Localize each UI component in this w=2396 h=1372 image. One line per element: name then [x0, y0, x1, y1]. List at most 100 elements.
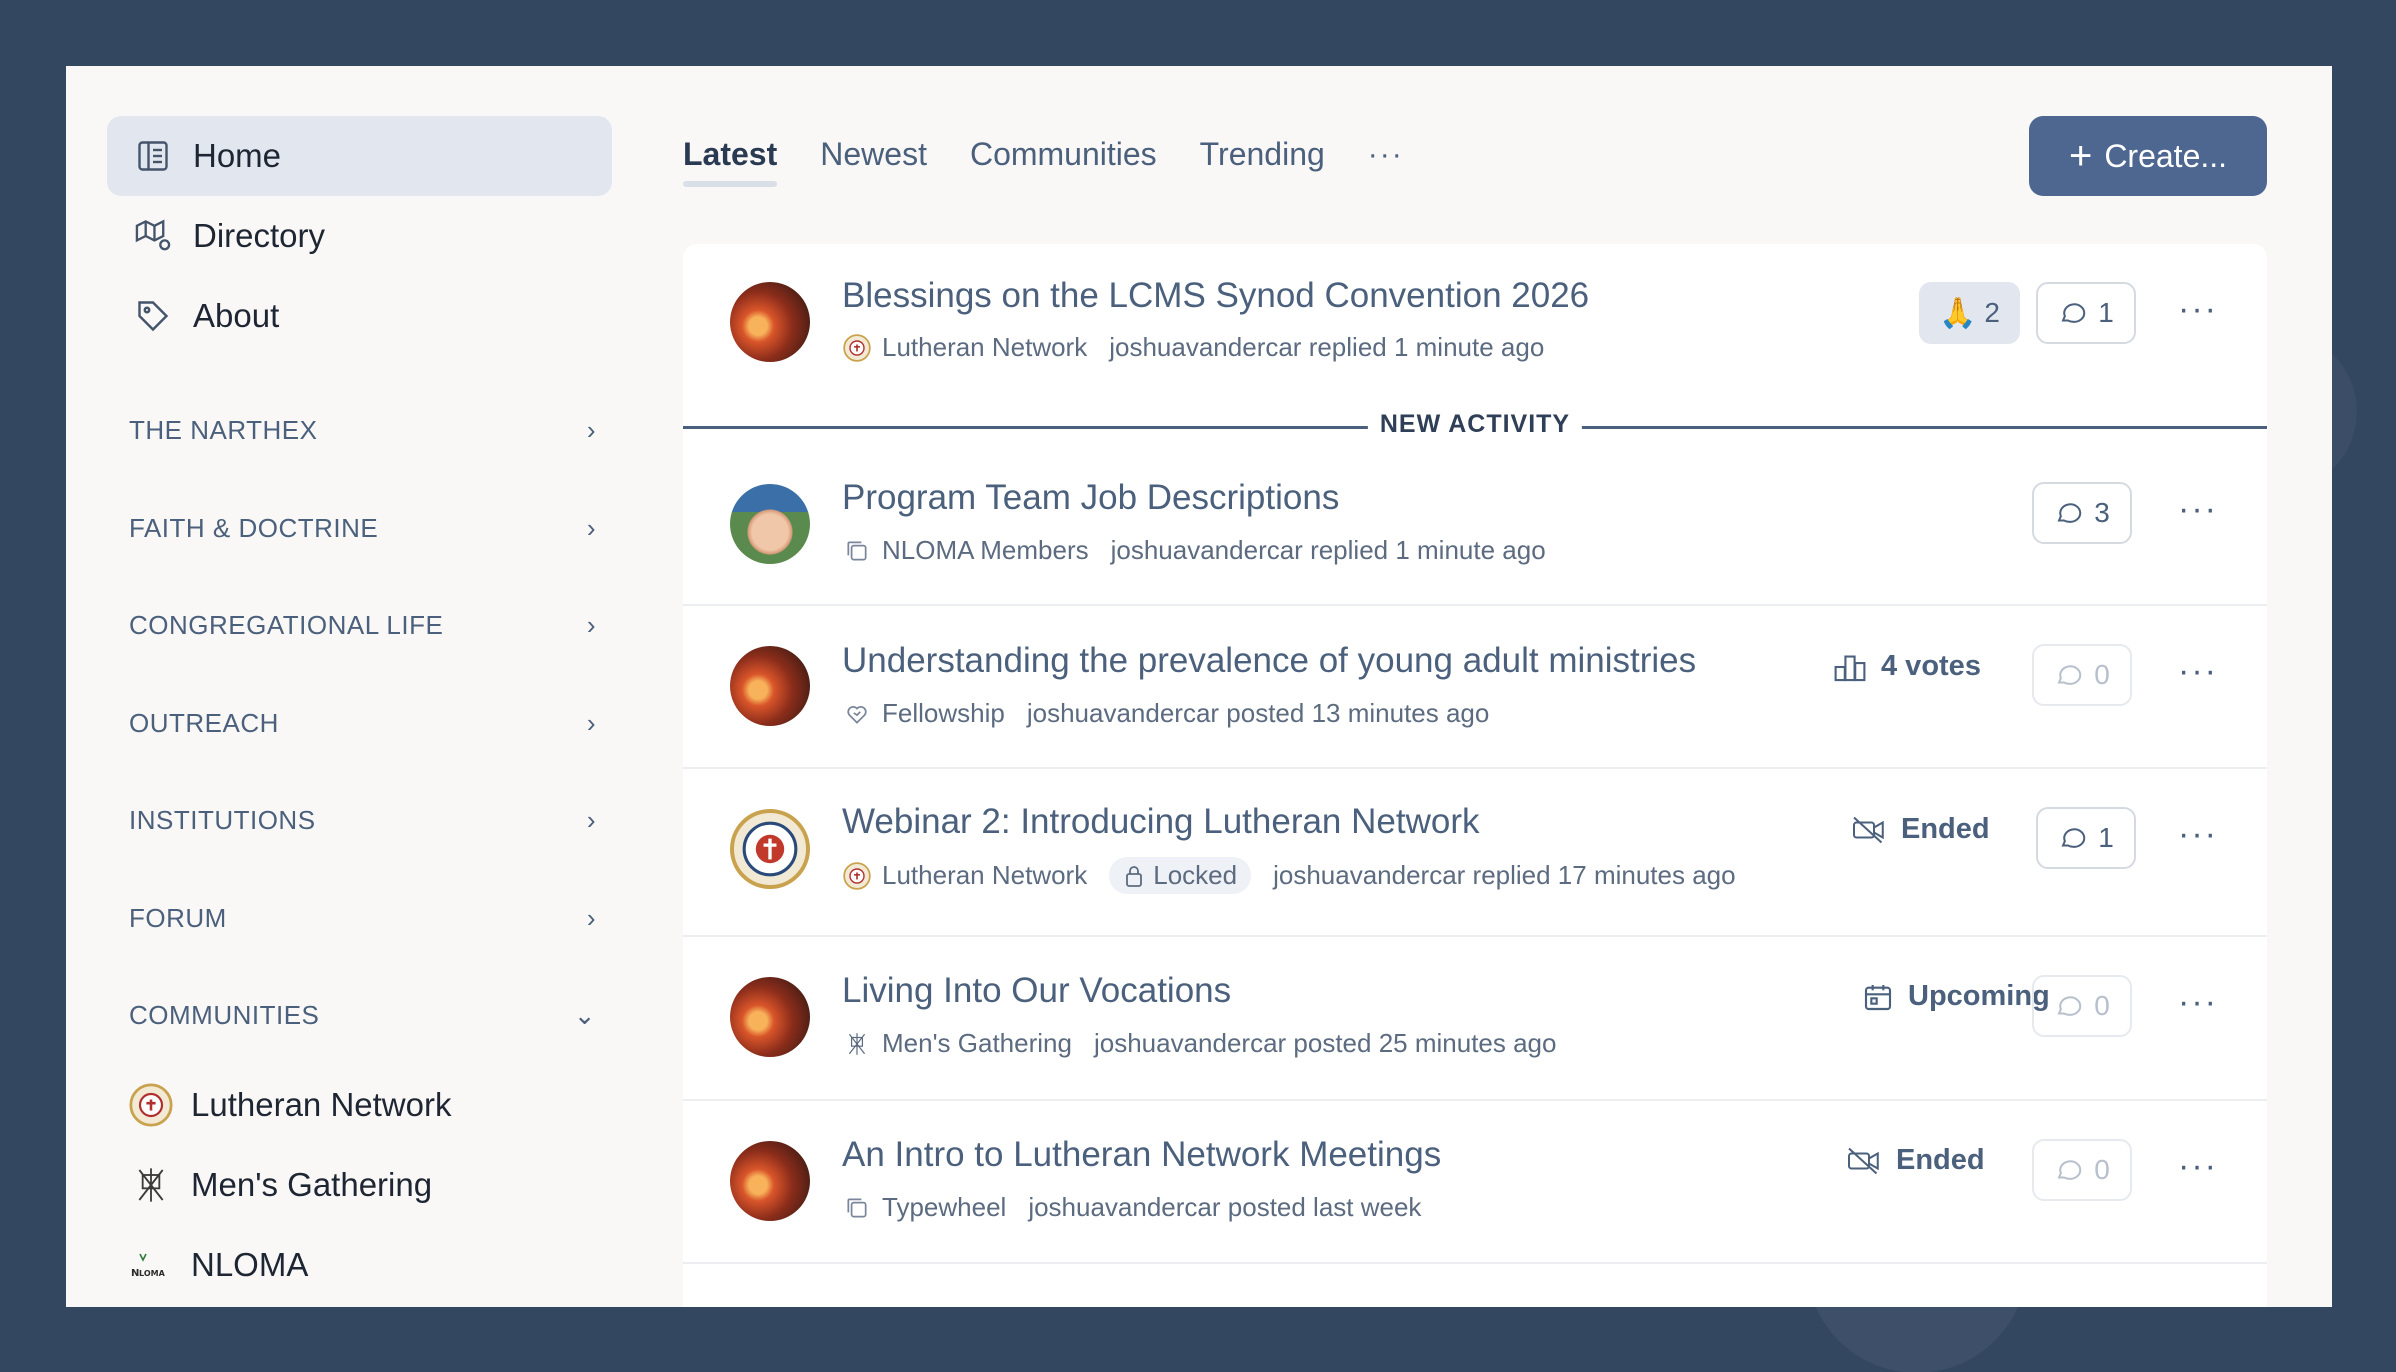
sidebar-item-label: Directory	[193, 217, 326, 254]
chevron-down-icon: ⌄	[573, 1000, 596, 1031]
section-label: CONGREGATIONAL LIFE	[129, 610, 444, 641]
topic-row[interactable]: Webinar 2: Introducing Lutheran Network …	[683, 769, 2267, 937]
sidebar-section-communities[interactable]: COMMUNITIES ⌄	[107, 967, 612, 1065]
more-options-icon[interactable]: ···	[2178, 290, 2218, 329]
community-label: Lutheran Network	[191, 1085, 452, 1123]
event-status-label: Ended	[1901, 813, 1990, 845]
topic-meta: NLOMA Members joshuavandercar replied 1 …	[842, 535, 1546, 566]
sidebar-item-directory[interactable]: Directory	[107, 196, 612, 276]
topic-meta: Men's Gathering joshuavandercar posted 2…	[842, 1028, 1556, 1059]
topic-title[interactable]: Blessings on the LCMS Synod Convention 2…	[842, 276, 1589, 316]
copy-icon	[842, 1193, 872, 1223]
replies-button[interactable]: 1	[2036, 282, 2136, 344]
topic-row[interactable]: Blessings on the LCMS Synod Convention 2…	[683, 244, 2267, 412]
sidebar-item-about[interactable]: About	[107, 276, 612, 356]
votes-status[interactable]: 4 votes	[1833, 650, 1981, 683]
avatar[interactable]	[730, 484, 810, 564]
topic-meta: Lutheran Network joshuavandercar replied…	[842, 332, 1544, 363]
avatar[interactable]	[730, 646, 810, 726]
community-label: Men's Gathering	[191, 1165, 433, 1203]
tab-trending[interactable]: Trending	[1200, 136, 1325, 187]
locked-badge: Locked	[1109, 857, 1252, 894]
sidebar-section-forum[interactable]: FORUM ›	[107, 870, 612, 968]
reply-count: 3	[2094, 497, 2110, 528]
plus-icon: +	[2068, 133, 2093, 178]
copy-icon	[842, 536, 872, 566]
sidebar-section-congregational-life[interactable]: CONGREGATIONAL LIFE ›	[107, 577, 612, 675]
sidebar-section-faith-doctrine[interactable]: FAITH & DOCTRINE ›	[107, 480, 612, 578]
topic-category[interactable]: Typewheel	[882, 1192, 1006, 1223]
more-options-icon[interactable]: ···	[2178, 490, 2218, 529]
event-status[interactable]: Ended	[1846, 1144, 1985, 1177]
community-mens-gathering[interactable]: Men's Gathering	[107, 1145, 612, 1225]
section-label: COMMUNITIES	[129, 1000, 320, 1031]
praying-hands-icon: 🙏	[1939, 296, 1977, 330]
avatar[interactable]	[730, 977, 810, 1057]
topic-title[interactable]: An Intro to Lutheran Network Meetings	[842, 1135, 1441, 1175]
nloma-logo-icon: N LOMA	[129, 1243, 173, 1287]
chevron-right-icon: ›	[586, 512, 596, 543]
more-options-icon[interactable]: ···	[2178, 983, 2218, 1022]
topic-category[interactable]: Lutheran Network	[882, 860, 1087, 891]
section-label: FAITH & DOCTRINE	[129, 512, 379, 543]
comment-icon	[2061, 828, 2086, 848]
topic-title[interactable]: Webinar 2: Introducing Lutheran Network	[842, 802, 1480, 842]
heart-handshake-icon	[842, 699, 872, 729]
topic-title[interactable]: Program Team Job Descriptions	[842, 478, 1339, 518]
more-options-icon[interactable]: ···	[2178, 652, 2218, 691]
comment-icon	[2057, 996, 2082, 1016]
more-options-icon[interactable]: ···	[2178, 815, 2218, 854]
replies-button[interactable]: 1	[2036, 807, 2136, 869]
sidebar-item-label: About	[193, 297, 280, 334]
topic-title[interactable]: Understanding the prevalence of young ad…	[842, 641, 1696, 681]
tab-newest[interactable]: Newest	[820, 136, 927, 187]
topic-category[interactable]: Lutheran Network	[882, 332, 1087, 363]
sidebar-section-institutions[interactable]: INSTITUTIONS ›	[107, 772, 612, 870]
event-status[interactable]: Ended	[1851, 813, 1990, 846]
sidebar-item-home[interactable]: Home	[107, 116, 612, 196]
event-status-label: Upcoming	[1908, 980, 2050, 1012]
topic-meta: Lutheran Network Locked joshuavandercar …	[842, 857, 1736, 894]
topic-title[interactable]: Living Into Our Vocations	[842, 971, 1231, 1011]
avatar[interactable]	[730, 1141, 810, 1221]
topic-category[interactable]: Fellowship	[882, 698, 1005, 729]
replies-button[interactable]: 3	[2032, 482, 2132, 544]
tab-communities[interactable]: Communities	[970, 136, 1157, 187]
video-off-icon	[1848, 1147, 1879, 1174]
event-status[interactable]: Upcoming	[1862, 980, 2050, 1013]
mens-gathering-logo-icon	[129, 1163, 173, 1207]
replies-button[interactable]: 0	[2032, 1139, 2132, 1201]
topic-activity: joshuavandercar posted last week	[1028, 1192, 1422, 1222]
replies-button[interactable]: 0	[2032, 644, 2132, 706]
avatar[interactable]	[730, 809, 810, 889]
more-tabs-icon[interactable]: ···	[1368, 138, 1404, 186]
tab-latest[interactable]: Latest	[683, 136, 778, 187]
section-label: INSTITUTIONS	[129, 805, 316, 836]
avatar[interactable]	[730, 282, 810, 362]
section-label: THE NARTHEX	[129, 415, 318, 446]
topic-row[interactable]: Understanding the prevalence of young ad…	[683, 606, 2267, 769]
votes-label: 4 votes	[1881, 650, 1981, 682]
topic-row[interactable]: Program Team Job Descriptions NLOMA Memb…	[683, 442, 2267, 606]
reaction-button[interactable]: 🙏 2	[1919, 282, 2020, 344]
topic-activity: joshuavandercar replied 1 minute ago	[1109, 332, 1545, 362]
lutheran-seal-icon	[842, 333, 872, 363]
sidebar-section-the-narthex[interactable]: THE NARTHEX ›	[107, 382, 612, 480]
sidebar-section-outreach[interactable]: OUTREACH ›	[107, 675, 612, 773]
create-button[interactable]: + Create...	[2029, 116, 2267, 196]
divider-label: NEW ACTIVITY	[1367, 410, 1583, 439]
community-lutheran-network[interactable]: Lutheran Network	[107, 1065, 612, 1145]
vote-podium-icon	[1834, 654, 1866, 681]
topic-category[interactable]: Men's Gathering	[882, 1028, 1072, 1059]
comment-icon	[2057, 1160, 2082, 1180]
topic-row[interactable]: Living Into Our Vocations Men's Gatherin…	[683, 937, 2267, 1101]
topic-category[interactable]: NLOMA Members	[882, 535, 1089, 566]
lutheran-seal-icon	[129, 1082, 173, 1127]
topic-row[interactable]: An Intro to Lutheran Network Meetings Ty…	[683, 1101, 2267, 1264]
map-icon	[133, 216, 173, 256]
more-options-icon[interactable]: ···	[2178, 1147, 2218, 1186]
replies-button[interactable]: 0	[2032, 975, 2132, 1037]
comment-icon	[2057, 665, 2082, 685]
community-nloma[interactable]: N LOMA NLOMA	[107, 1225, 612, 1305]
chevron-right-icon: ›	[586, 707, 596, 738]
